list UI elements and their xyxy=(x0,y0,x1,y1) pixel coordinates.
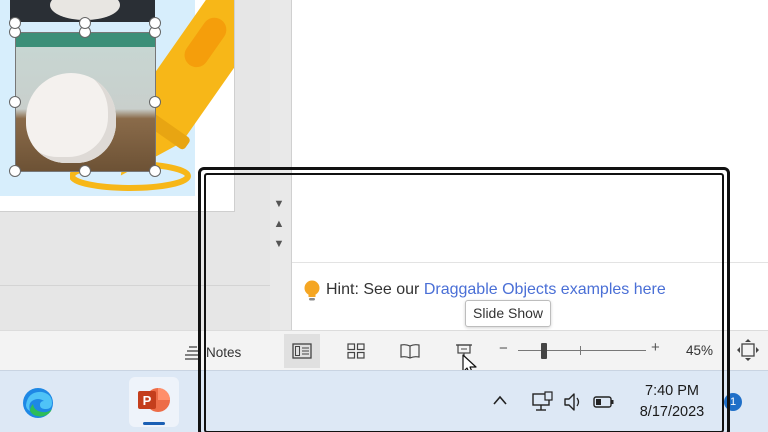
powerpoint-taskbar-button[interactable]: P xyxy=(129,377,179,427)
resize-handle[interactable] xyxy=(79,165,91,177)
zoom-in-button[interactable]: + xyxy=(651,339,660,356)
clock-time: 7:40 PM xyxy=(645,383,699,399)
chevron-up-icon xyxy=(493,395,507,405)
zoom-percentage[interactable]: 45% xyxy=(686,343,713,358)
canvas-divider xyxy=(0,285,270,286)
network-icon[interactable] xyxy=(531,391,553,413)
normal-view-icon xyxy=(292,343,312,359)
notification-badge[interactable]: 1 xyxy=(724,393,742,411)
resize-handle[interactable] xyxy=(79,17,91,29)
powerpoint-icon: P xyxy=(138,388,170,412)
clock-date: 8/17/2023 xyxy=(639,404,705,420)
edge-icon[interactable] xyxy=(20,385,56,421)
selection-outline xyxy=(15,32,156,172)
zoom-slider-midpoint xyxy=(580,346,581,355)
resize-handle[interactable] xyxy=(149,96,161,108)
hint-text: Hint: See our Draggable Objects examples… xyxy=(304,280,666,301)
scroll-controls: ▼ ▲ ▼ xyxy=(270,196,288,260)
slide-editor-canvas xyxy=(0,0,270,330)
status-bar: Notes − + 45% xyxy=(0,330,768,370)
lightbulb-icon xyxy=(304,280,320,301)
slide-show-tooltip: Slide Show xyxy=(465,300,552,327)
zoom-out-button[interactable]: − xyxy=(499,340,508,357)
next-slide-icon[interactable]: ▼ xyxy=(273,238,285,250)
slide-sorter-icon xyxy=(347,343,365,359)
notes-label: Notes xyxy=(206,344,242,360)
slide-sorter-button[interactable] xyxy=(338,334,374,368)
hint-prefix: Hint: See our xyxy=(326,281,424,298)
notes-button[interactable]: Notes xyxy=(184,341,241,363)
reading-view-icon xyxy=(400,344,420,359)
zoom-slider-thumb[interactable] xyxy=(541,343,547,359)
notes-pane: Hint: See our Draggable Objects examples… xyxy=(291,0,768,330)
show-hidden-icons-button[interactable] xyxy=(492,393,508,411)
notes-icon xyxy=(185,346,201,360)
pane-separator xyxy=(292,262,768,263)
svg-text:P: P xyxy=(143,393,152,408)
draggable-objects-link[interactable]: Draggable Objects examples here xyxy=(424,281,666,298)
active-app-indicator xyxy=(143,422,165,425)
resize-handle[interactable] xyxy=(9,17,21,29)
battery-icon[interactable] xyxy=(593,391,615,413)
resize-handle[interactable] xyxy=(9,165,21,177)
fit-to-window-icon[interactable] xyxy=(737,339,759,361)
windows-taskbar: P 7:40 PM 8/17/2023 1 xyxy=(0,370,768,432)
normal-view-button[interactable] xyxy=(284,334,320,368)
resize-handle[interactable] xyxy=(149,165,161,177)
reading-view-button[interactable] xyxy=(392,334,428,368)
zoom-slider[interactable] xyxy=(518,350,646,351)
previous-slide-icon[interactable]: ▲ xyxy=(273,218,285,230)
resize-handle[interactable] xyxy=(149,17,161,29)
volume-icon[interactable] xyxy=(562,391,584,413)
resize-handle[interactable] xyxy=(9,96,21,108)
vertical-scrollbar[interactable] xyxy=(270,0,290,330)
system-clock[interactable]: 7:40 PM 8/17/2023 xyxy=(630,381,714,423)
scroll-down-icon[interactable]: ▼ xyxy=(273,198,285,210)
